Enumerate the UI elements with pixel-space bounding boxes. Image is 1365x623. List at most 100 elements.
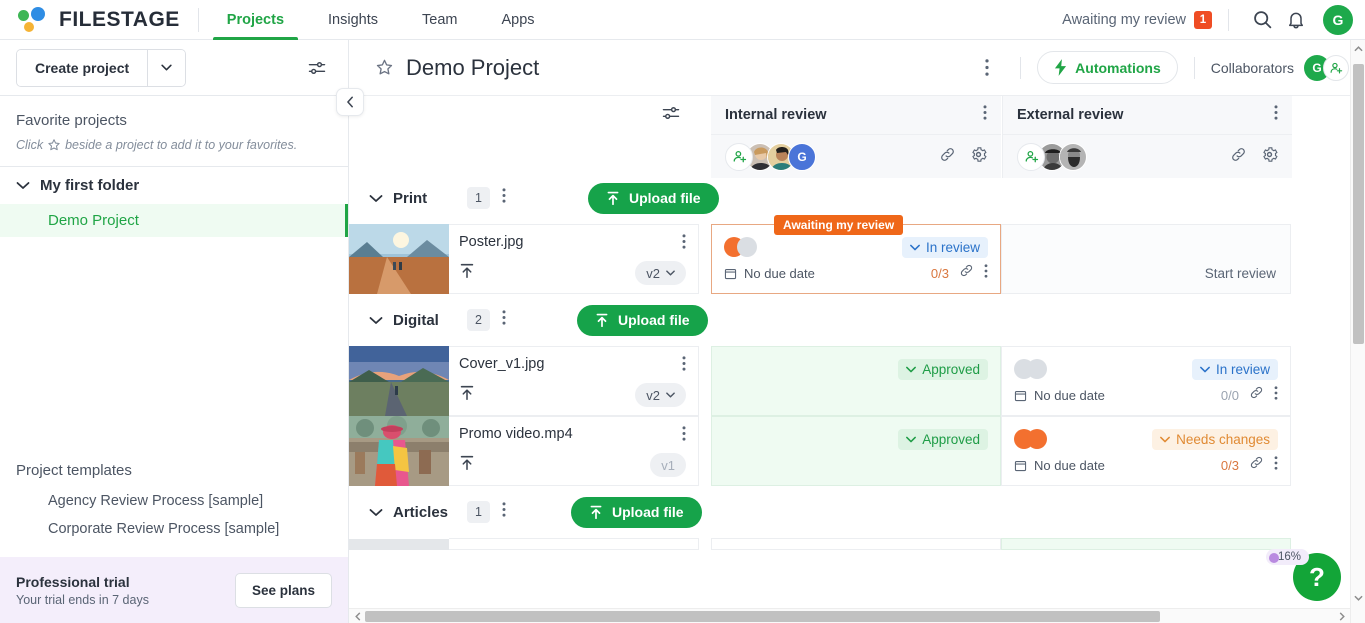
review-more-options-icon[interactable] xyxy=(984,263,988,283)
nav-item-insights[interactable]: Insights xyxy=(306,0,400,40)
due-date[interactable]: No due date xyxy=(1014,458,1105,473)
file-thumbnail[interactable] xyxy=(349,224,449,294)
due-date[interactable]: No due date xyxy=(1014,388,1105,403)
file-name[interactable]: Poster.jpg xyxy=(459,234,524,250)
upload-file-button-digital[interactable]: Upload file xyxy=(577,304,708,336)
upload-version-icon[interactable] xyxy=(459,263,475,284)
awaiting-count-badge: 1 xyxy=(1194,10,1212,29)
review-cell-external-cover[interactable]: In review No due date 0/0 xyxy=(1001,346,1291,416)
star-icon xyxy=(48,139,60,151)
file-name[interactable]: Cover_v1.jpg xyxy=(459,356,544,372)
search-icon[interactable] xyxy=(1245,3,1279,37)
file-more-options-icon[interactable] xyxy=(682,356,686,376)
section-more-options-icon[interactable] xyxy=(502,310,506,330)
see-plans-button[interactable]: See plans xyxy=(234,572,332,608)
review-more-options-icon[interactable] xyxy=(1274,385,1278,405)
section-collapse-icon[interactable] xyxy=(369,194,393,203)
reviewer-avatar[interactable] xyxy=(1059,142,1087,171)
review-progress-count: 0/0 xyxy=(1220,387,1239,403)
review-more-options-icon[interactable] xyxy=(1274,455,1278,475)
share-link-icon[interactable] xyxy=(1249,455,1264,475)
sidebar-filter-icon[interactable] xyxy=(302,53,332,83)
share-link-icon[interactable] xyxy=(1230,146,1247,168)
review-cell-internal-promo[interactable]: Approved xyxy=(711,416,1001,486)
horizontal-scrollbar[interactable] xyxy=(349,608,1350,623)
file-version-selector[interactable]: v2 xyxy=(635,383,686,407)
step-more-options-icon[interactable] xyxy=(983,105,987,125)
favorite-star-icon[interactable] xyxy=(375,58,394,77)
file-more-options-icon[interactable] xyxy=(682,426,686,446)
brand-logo[interactable]: FILESTAGE xyxy=(0,6,180,33)
add-reviewer-icon[interactable] xyxy=(1017,142,1045,171)
status-label: Approved xyxy=(922,361,980,377)
create-project-dropdown-button[interactable] xyxy=(147,49,186,86)
section-collapse-icon[interactable] xyxy=(369,316,393,325)
review-cell-partial-external[interactable] xyxy=(1001,538,1291,550)
vertical-scrollbar[interactable] xyxy=(1350,40,1365,623)
step-settings-gear-icon[interactable] xyxy=(970,146,987,168)
user-avatar[interactable]: G xyxy=(1323,4,1353,35)
status-badge-approved[interactable]: Approved xyxy=(898,428,988,450)
horizontal-scrollbar-thumb[interactable] xyxy=(365,611,1160,622)
file-name-row: Poster.jpg xyxy=(459,234,686,254)
awaiting-my-review-button[interactable]: Awaiting my review 1 xyxy=(1062,10,1212,29)
trial-subtitle: Your trial ends in 7 days xyxy=(16,592,149,607)
section-name: Print xyxy=(393,189,428,207)
sidebar-item-demo-project[interactable]: Demo Project xyxy=(0,204,348,237)
nav-item-projects[interactable]: Projects xyxy=(205,0,306,40)
share-link-icon[interactable] xyxy=(959,263,974,283)
step-more-options-icon[interactable] xyxy=(1274,105,1278,125)
status-badge-in-review[interactable]: In review xyxy=(1191,358,1278,380)
share-link-icon[interactable] xyxy=(1249,385,1264,405)
section-collapse-icon[interactable] xyxy=(369,508,393,517)
status-badge-in-review[interactable]: In review xyxy=(901,236,988,258)
filestage-app: FILESTAGE Projects Insights Team Apps Aw… xyxy=(0,0,1365,623)
sidebar-folder-my-first-folder[interactable]: My first folder xyxy=(0,167,348,204)
add-reviewer-icon[interactable] xyxy=(725,142,753,171)
status-badge-needs-changes[interactable]: Needs changes xyxy=(1152,428,1278,450)
start-review-button-external-poster[interactable]: Start review xyxy=(1001,224,1291,294)
share-link-icon[interactable] xyxy=(939,146,956,168)
template-item-agency[interactable]: Agency Review Process [sample] xyxy=(0,487,348,515)
project-more-options-icon[interactable] xyxy=(970,51,1004,85)
due-date-label: No due date xyxy=(1034,387,1105,403)
upload-icon xyxy=(607,191,619,205)
add-collaborator-icon[interactable] xyxy=(1323,54,1349,81)
file-more-options-icon[interactable] xyxy=(682,234,686,254)
template-item-corporate[interactable]: Corporate Review Process [sample] xyxy=(0,515,348,543)
review-cell-external-promo[interactable]: Needs changes No due date 0/3 xyxy=(1001,416,1291,486)
create-project-button[interactable]: Create project xyxy=(17,49,148,86)
section-file-count: 1 xyxy=(467,187,490,209)
reviewer-avatar-initial[interactable]: G xyxy=(788,142,816,171)
review-cell-partial-internal[interactable] xyxy=(711,538,1001,550)
review-cell-internal-poster[interactable]: Awaiting my review In review No due date… xyxy=(711,215,1001,294)
status-badge-approved[interactable]: Approved xyxy=(898,358,988,380)
review-cell-internal-cover[interactable]: Approved xyxy=(711,346,1001,416)
file-thumbnail[interactable] xyxy=(349,416,449,486)
section-name: Articles xyxy=(393,503,449,521)
vertical-scrollbar-thumb[interactable] xyxy=(1353,64,1364,344)
file-thumbnail[interactable] xyxy=(349,346,449,416)
section-more-options-icon[interactable] xyxy=(502,502,506,522)
step-settings-gear-icon[interactable] xyxy=(1261,146,1278,168)
scroll-down-arrow-icon[interactable] xyxy=(1353,591,1364,605)
upload-version-icon[interactable] xyxy=(459,455,475,476)
due-date[interactable]: No due date xyxy=(724,266,815,281)
scroll-left-arrow-icon[interactable] xyxy=(351,610,364,623)
file-name[interactable]: Promo video.mp4 xyxy=(459,426,573,442)
notifications-bell-icon[interactable] xyxy=(1279,3,1313,37)
nav-item-apps[interactable]: Apps xyxy=(479,0,556,40)
upload-file-button-print[interactable]: Upload file xyxy=(588,182,719,214)
scroll-right-arrow-icon[interactable] xyxy=(1335,610,1348,623)
section-more-options-icon[interactable] xyxy=(502,188,506,208)
automations-button[interactable]: Automations xyxy=(1037,51,1178,84)
upload-version-icon[interactable] xyxy=(459,385,475,406)
collaborators-label[interactable]: Collaborators xyxy=(1211,60,1294,76)
scroll-up-arrow-icon[interactable] xyxy=(1353,42,1364,56)
file-version-selector[interactable]: v2 xyxy=(635,261,686,285)
file-thumbnail[interactable] xyxy=(349,538,449,550)
upload-file-button-articles[interactable]: Upload file xyxy=(571,496,702,528)
board-filter-icon[interactable] xyxy=(661,103,681,128)
nav-item-team[interactable]: Team xyxy=(400,0,479,40)
collapse-sidebar-button[interactable] xyxy=(336,88,364,116)
